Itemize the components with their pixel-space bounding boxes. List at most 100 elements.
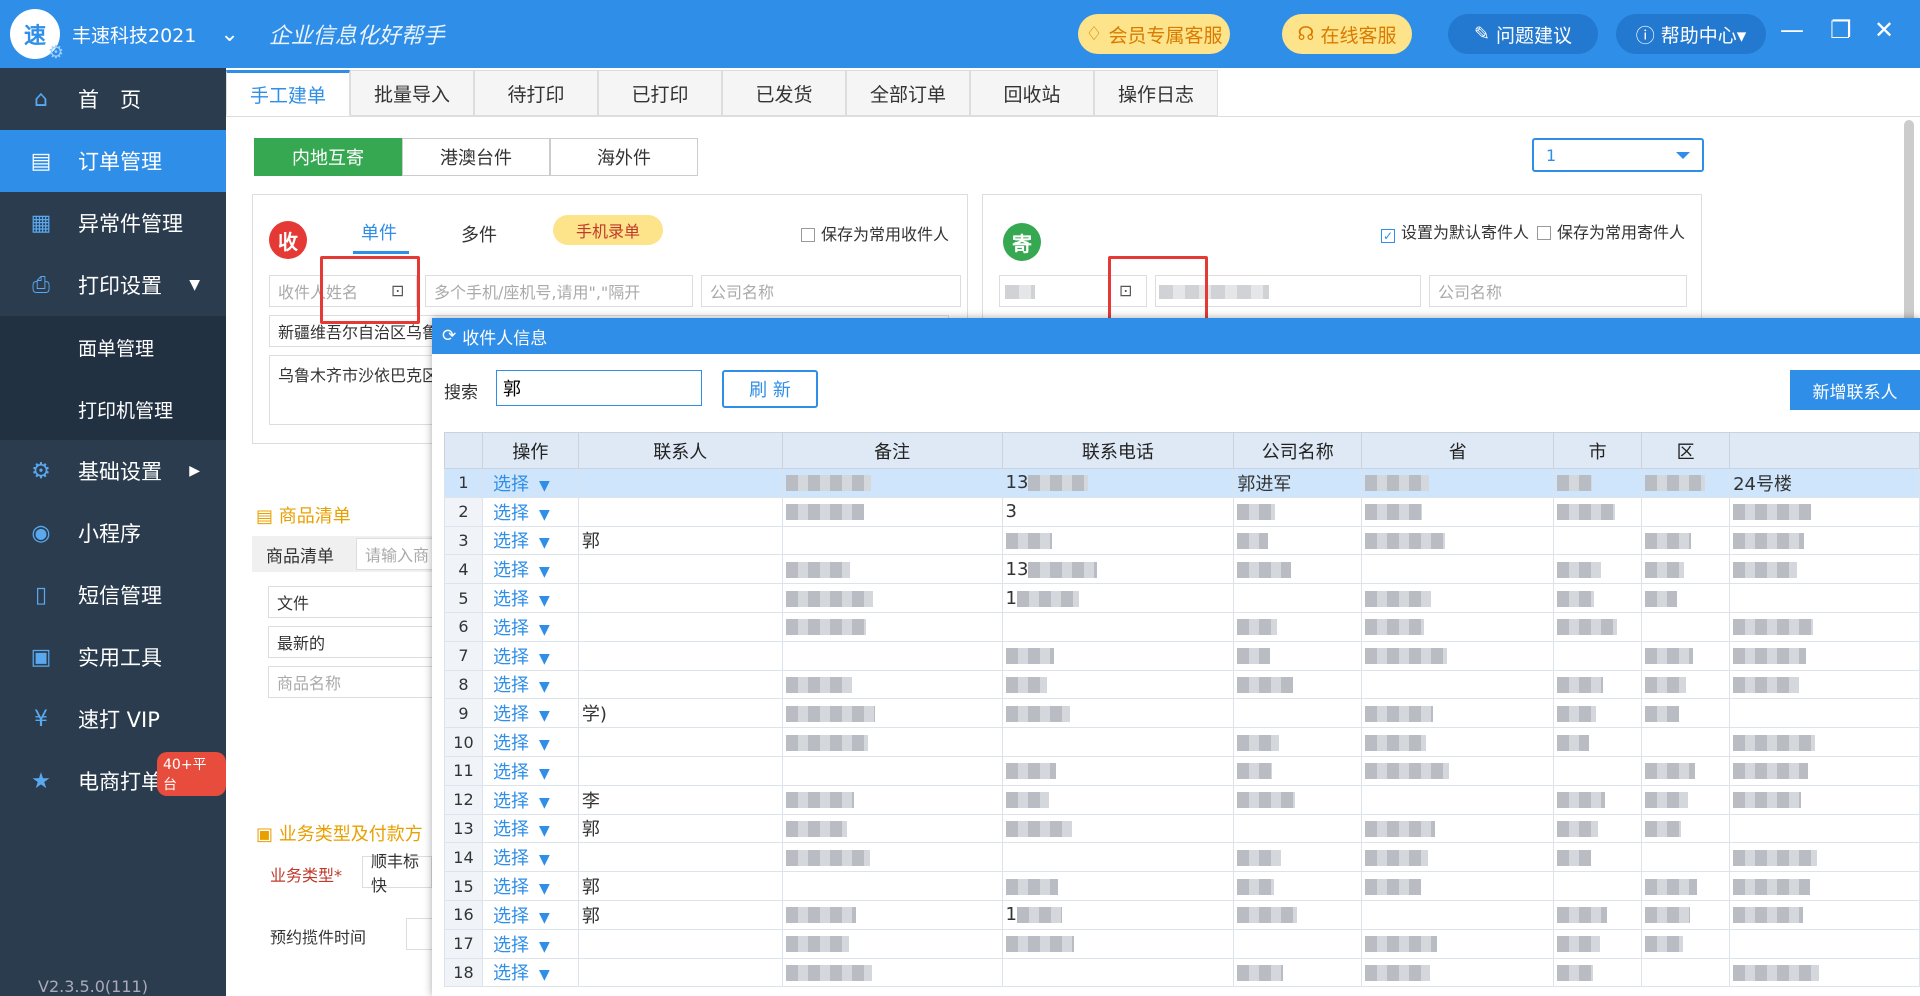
row-number: 5 [444,583,483,613]
caret-down-icon[interactable]: ▼ [539,478,550,494]
search-input[interactable]: 郭 [496,370,702,406]
redacted-text [1365,878,1422,895]
select-action[interactable]: 选择 ▼ [481,871,579,901]
table-row[interactable]: 9 选择 ▼ 学) [444,698,1920,729]
caret-down-icon[interactable]: ▼ [539,823,550,839]
select-action[interactable]: 选择 ▼ [481,583,579,613]
row-number: 11 [444,755,483,786]
table-row[interactable]: 17 选择 ▼ [444,928,1920,959]
contact-cell [577,842,783,873]
remark-cell [781,669,1003,700]
select-action[interactable]: 选择 ▼ [481,640,579,671]
column-header[interactable]: 备注 [781,432,1003,469]
select-link[interactable]: 选择 [493,791,529,812]
caret-down-icon[interactable]: ▼ [539,507,550,523]
select-link[interactable]: 选择 [493,618,529,639]
table-row[interactable]: 15 选择 ▼ 郭 [444,871,1920,901]
select-action[interactable]: 选择 ▼ [481,554,579,585]
table-row[interactable]: 6 选择 ▼ [444,611,1920,642]
table-row[interactable]: 3 选择 ▼ 郭 [444,525,1920,556]
select-action[interactable]: 选择 ▼ [481,899,579,930]
caret-down-icon[interactable]: ▼ [539,564,550,580]
row-number: 15 [444,871,483,901]
table-row[interactable]: 10 选择 ▼ [444,727,1920,757]
phone-cell [1001,928,1235,959]
select-action[interactable]: 选择 ▼ [481,928,579,959]
select-action[interactable]: 选择 ▼ [481,698,579,729]
select-action[interactable]: 选择 ▼ [481,813,579,844]
table-row[interactable]: 1 选择 ▼ 13 郭进军 24号楼 [444,468,1920,498]
table-row[interactable]: 4 选择 ▼ 13 [444,554,1920,585]
table-row[interactable]: 2 选择 ▼ 3 [444,496,1920,527]
column-header[interactable]: 联系人 [577,432,783,469]
caret-down-icon[interactable]: ▼ [539,651,550,667]
select-action[interactable]: 选择 ▼ [481,755,579,786]
table-row[interactable]: 13 选择 ▼ 郭 [444,813,1920,844]
caret-down-icon[interactable]: ▼ [539,737,550,753]
column-header[interactable]: 公司名称 [1233,432,1363,469]
column-header[interactable]: 市 [1553,432,1643,469]
select-link[interactable]: 选择 [493,531,529,552]
select-link[interactable]: 选择 [493,762,529,783]
caret-down-icon[interactable]: ▼ [539,679,550,695]
select-link[interactable]: 选择 [493,963,529,984]
redacted-text [1733,763,1809,780]
caret-down-icon[interactable]: ▼ [539,939,550,955]
table-row[interactable]: 8 选择 ▼ [444,669,1920,700]
select-link[interactable]: 选择 [493,503,529,524]
select-action[interactable]: 选择 ▼ [481,525,579,556]
table-row[interactable]: 14 选择 ▼ [444,842,1920,873]
redacted-text [1237,792,1296,809]
caret-down-icon[interactable]: ▼ [539,766,550,782]
caret-down-icon[interactable]: ▼ [539,708,550,724]
column-header[interactable]: 联系电话 [1001,432,1235,469]
caret-down-icon[interactable]: ▼ [539,593,550,609]
table-row[interactable]: 7 选择 ▼ [444,640,1920,671]
select-link[interactable]: 选择 [493,848,529,869]
company-cell [1233,727,1363,757]
select-action[interactable]: 选择 ▼ [481,842,579,873]
select-link[interactable]: 选择 [493,733,529,754]
select-link[interactable]: 选择 [493,906,529,927]
cell-text: 李 [581,790,600,812]
column-header[interactable]: 区 [1641,432,1731,469]
select-link[interactable]: 选择 [493,819,529,840]
city-cell [1553,525,1643,556]
table-row[interactable]: 5 选择 ▼ 1 [444,583,1920,613]
caret-down-icon[interactable]: ▼ [539,910,550,926]
refresh-button[interactable]: 刷 新 [722,370,818,408]
select-link[interactable]: 选择 [493,560,529,581]
select-link[interactable]: 选择 [493,647,529,668]
caret-down-icon[interactable]: ▼ [539,967,550,983]
select-action[interactable]: 选择 ▼ [481,784,579,815]
select-action[interactable]: 选择 ▼ [481,496,579,527]
company-cell [1233,957,1363,988]
table-row[interactable]: 16 选择 ▼ 郭 1 [444,899,1920,930]
table-row[interactable]: 11 选择 ▼ [444,755,1920,786]
select-action[interactable]: 选择 ▼ [481,468,579,498]
select-link[interactable]: 选择 [493,589,529,610]
select-action[interactable]: 选择 ▼ [481,727,579,757]
select-link[interactable]: 选择 [493,675,529,696]
select-action[interactable]: 选择 ▼ [481,669,579,700]
select-link[interactable]: 选择 [493,935,529,956]
table-row[interactable]: 12 选择 ▼ 李 [444,784,1920,815]
caret-down-icon[interactable]: ▼ [539,535,550,551]
column-header[interactable] [1729,432,1920,469]
new-contact-button[interactable]: 新增联系人 [1790,370,1920,410]
caret-down-icon[interactable]: ▼ [539,881,550,897]
select-link[interactable]: 选择 [493,704,529,725]
remark-cell [781,496,1003,527]
select-link[interactable]: 选择 [493,877,529,898]
caret-down-icon[interactable]: ▼ [539,795,550,811]
address-cell [1729,698,1920,729]
select-link[interactable]: 选择 [493,474,529,495]
column-header[interactable]: 省 [1361,432,1555,469]
district-cell [1641,899,1731,930]
caret-down-icon[interactable]: ▼ [539,852,550,868]
select-action[interactable]: 选择 ▼ [481,611,579,642]
address-cell [1729,957,1920,988]
caret-down-icon[interactable]: ▼ [539,622,550,638]
select-action[interactable]: 选择 ▼ [481,957,579,988]
table-row[interactable]: 18 选择 ▼ [444,957,1920,988]
